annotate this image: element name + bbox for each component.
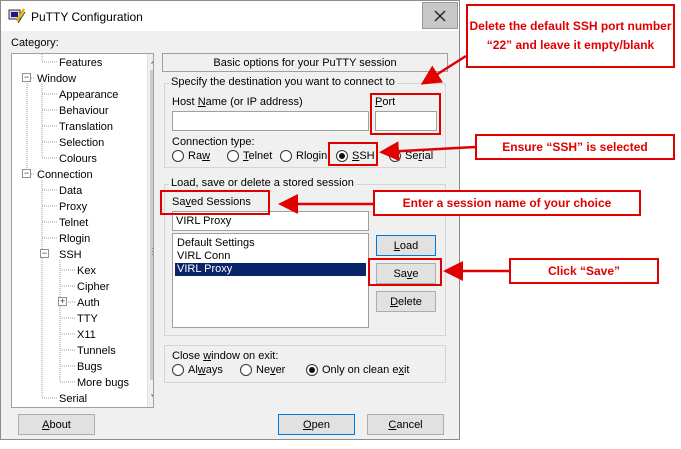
save-callout: Click “Save” xyxy=(509,258,659,284)
ssh-callout: Ensure “SSH” is selected xyxy=(475,134,675,160)
session-name-callout: Enter a session name of your choice xyxy=(373,190,641,216)
port-callout: Delete the default SSH port number “22” … xyxy=(466,4,675,68)
